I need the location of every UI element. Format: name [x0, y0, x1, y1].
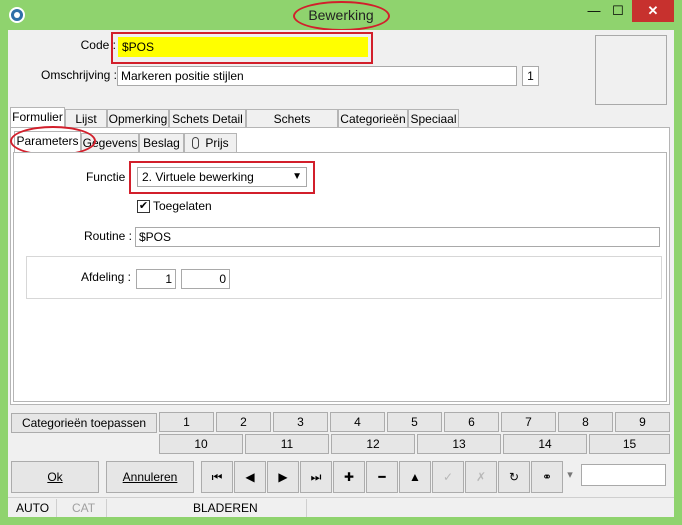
status-mode: AUTO	[16, 501, 50, 515]
preview-box	[595, 35, 667, 105]
dialog-client: Code : $POS Omschrijving : Markeren posi…	[8, 30, 674, 517]
tab-lijst[interactable]: Lijst	[65, 109, 107, 128]
tab-schets-detail[interactable]: Schets Detail	[169, 109, 246, 128]
prev-record-icon: ◀	[245, 470, 255, 484]
cancel-edit-button[interactable]: ✗	[465, 461, 497, 493]
confirm-button[interactable]: ✓	[432, 461, 464, 493]
first-record-icon: ⏮	[211, 470, 223, 484]
tab-categorieen[interactable]: Categorieën	[338, 109, 408, 128]
tab-formulier[interactable]: Formulier	[10, 107, 65, 128]
functie-label: Functie :	[85, 170, 132, 184]
confirm-icon: ✓	[442, 470, 454, 484]
tab-speciaal[interactable]: Speciaal	[408, 109, 459, 128]
status-separator	[306, 499, 307, 517]
category-button-4[interactable]: 4	[330, 412, 385, 432]
code-annotation-box	[111, 32, 373, 64]
add-button[interactable]: ✚	[333, 461, 365, 493]
binoculars-icon: ⚭	[541, 470, 553, 484]
routine-input[interactable]: $POS	[135, 227, 660, 247]
afdeling-input-2[interactable]: 0	[181, 269, 230, 289]
next-record-button[interactable]: ▶	[267, 461, 299, 493]
toegelaten-checkbox[interactable]: ✔	[137, 200, 150, 213]
remove-icon: ━	[378, 470, 386, 484]
routine-label: Routine :	[83, 229, 132, 243]
minimize-button[interactable]: —	[583, 0, 605, 22]
search-button[interactable]: ⚭	[531, 461, 563, 493]
category-button-10[interactable]: 10	[159, 434, 243, 454]
chevron-down-icon: ▾	[567, 469, 573, 481]
up-icon: ▲	[409, 470, 421, 484]
last-record-button[interactable]: ⏭	[300, 461, 332, 493]
afdeling-label: Afdeling :	[80, 270, 131, 284]
category-button-3[interactable]: 3	[273, 412, 328, 432]
next-record-icon: ▶	[278, 470, 288, 484]
paperclip-icon	[192, 137, 200, 149]
category-button-5[interactable]: 5	[387, 412, 442, 432]
status-cat: CAT	[72, 501, 96, 515]
omschrijving-label: Omschrijving :	[40, 68, 117, 82]
close-button[interactable]: ✕	[632, 0, 674, 22]
category-button-11[interactable]: 11	[245, 434, 329, 454]
maximize-button[interactable]: ☐	[605, 0, 631, 22]
remove-button[interactable]: ━	[366, 461, 398, 493]
category-button-9[interactable]: 9	[615, 412, 670, 432]
tab-opmerking[interactable]: Opmerking	[107, 109, 169, 128]
annuleren-label: Annuleren	[122, 470, 178, 484]
title-annotation-ellipse	[293, 1, 390, 31]
category-button-8[interactable]: 8	[558, 412, 613, 432]
code-label: Code :	[80, 38, 116, 52]
toegelaten-label: Toegelaten	[153, 199, 212, 213]
category-button-15[interactable]: 15	[589, 434, 670, 454]
refresh-icon: ↻	[508, 470, 520, 484]
cancel-icon: ✗	[475, 470, 487, 484]
category-button-7[interactable]: 7	[501, 412, 556, 432]
search-dropdown-button[interactable]: ▾	[564, 468, 576, 488]
tab-schets-overzicht[interactable]: Schets Overzicht	[246, 109, 338, 144]
up-button[interactable]: ▲	[399, 461, 431, 493]
title-bar[interactable]: Bewerking — ☐ ✕	[0, 0, 682, 31]
window: Bewerking — ☐ ✕ Code : $POS Omschrijving…	[0, 0, 682, 525]
ok-label: Ok	[47, 470, 63, 484]
status-separator	[106, 499, 107, 517]
prev-record-button[interactable]: ◀	[234, 461, 266, 493]
afdeling-input-1[interactable]: 1	[136, 269, 176, 289]
refresh-button[interactable]: ↻	[498, 461, 530, 493]
subtab-prijs-label: Prijs	[205, 136, 229, 150]
category-button-2[interactable]: 2	[216, 412, 271, 432]
search-input[interactable]	[581, 464, 666, 486]
subtab-prijs[interactable]: Prijs	[184, 133, 237, 152]
status-separator	[56, 499, 57, 517]
categorieen-toepassen-button[interactable]: Categorieën toepassen	[11, 413, 157, 433]
category-button-13[interactable]: 13	[417, 434, 501, 454]
category-button-12[interactable]: 12	[331, 434, 415, 454]
functie-annotation-box	[129, 161, 315, 194]
count-box: 1	[522, 66, 539, 86]
ok-button[interactable]: Ok	[11, 461, 99, 493]
annuleren-button[interactable]: Annuleren	[106, 461, 194, 493]
status-bar: AUTO CAT BLADEREN	[8, 497, 674, 517]
category-button-6[interactable]: 6	[444, 412, 499, 432]
first-record-button[interactable]: ⏮	[201, 461, 233, 493]
category-button-14[interactable]: 14	[503, 434, 587, 454]
subtab-beslag[interactable]: Beslag	[139, 133, 184, 152]
omschrijving-input[interactable]: Markeren positie stijlen	[117, 66, 517, 86]
status-state: BLADEREN	[193, 501, 258, 515]
last-record-icon: ⏭	[310, 470, 322, 484]
add-icon: ✚	[343, 470, 355, 484]
category-button-1[interactable]: 1	[159, 412, 214, 432]
